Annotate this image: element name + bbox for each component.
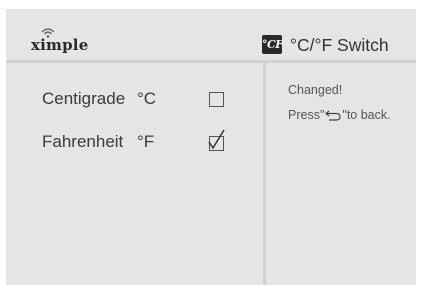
panel-divider [263,63,266,285]
option-fahrenheit-label: Fahrenheit [42,132,124,151]
back-arrow-icon [325,110,341,121]
option-centigrade-label: Centigrade [42,89,126,108]
checkmark-icon [208,129,225,150]
back-instruction-suffix: "to back. [342,108,391,122]
header-bar: ximple °CF °C/°F Switch [6,9,416,60]
back-instruction-prefix: Press" [288,108,325,122]
logo-text: ximple [31,36,89,54]
brand-logo: ximple [31,28,121,56]
option-centigrade-unit: °C [137,89,157,108]
status-message: Changed! [288,83,343,97]
centigrade-checkbox[interactable] [209,92,224,107]
page-title: °C/°F Switch [290,35,389,55]
celsius-fahrenheit-icon: °CF [262,35,283,54]
option-fahrenheit-unit: °F [137,132,155,151]
header-divider [6,60,416,63]
back-instruction: Press" "to back. [288,107,391,123]
fahrenheit-checkbox[interactable] [208,129,225,151]
